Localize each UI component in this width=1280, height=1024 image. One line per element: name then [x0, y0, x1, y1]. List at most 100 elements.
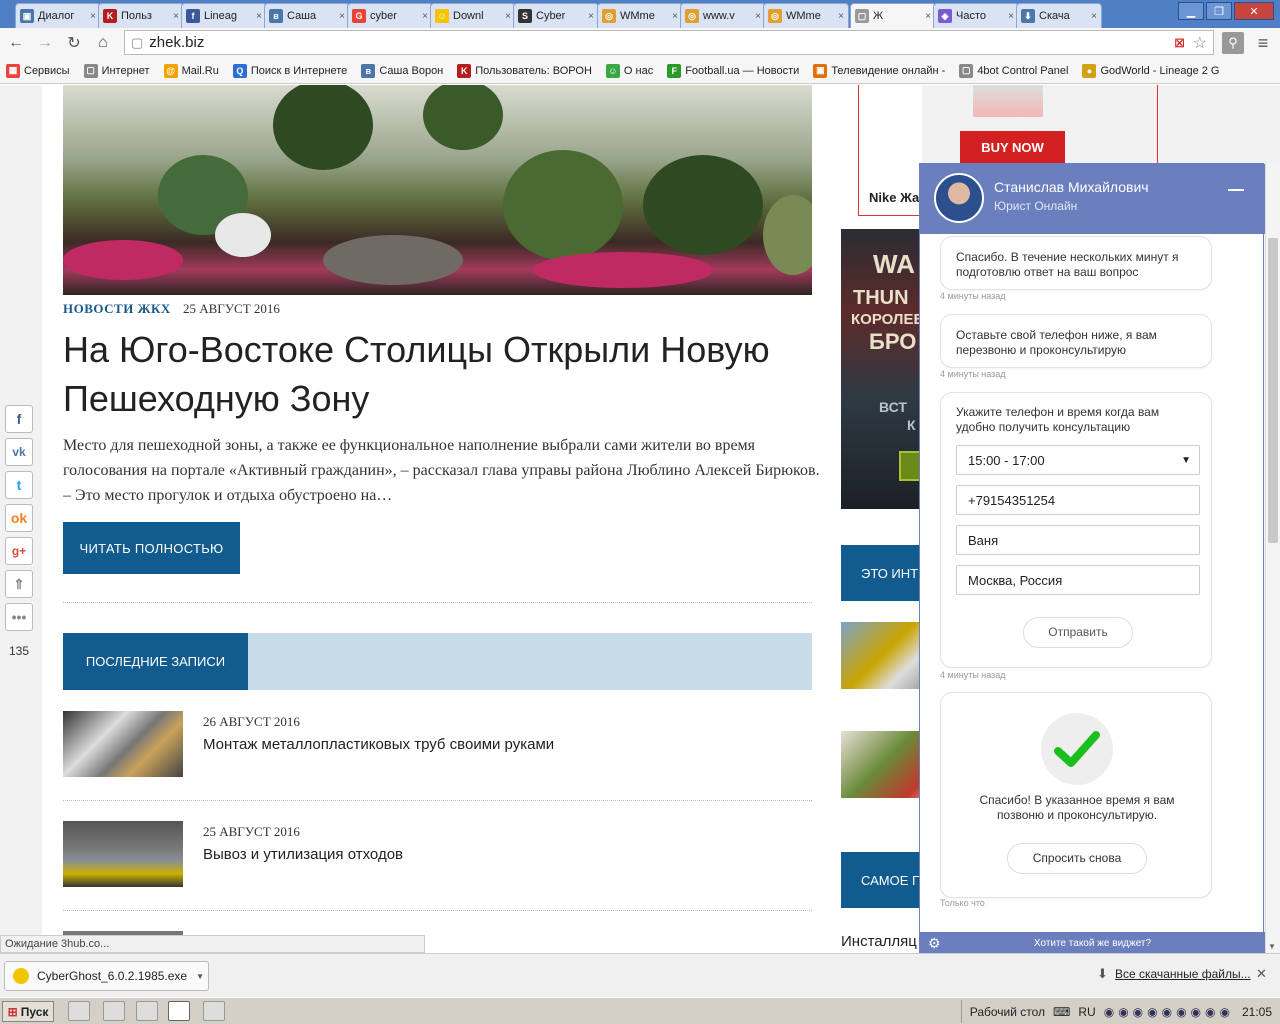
start-button[interactable]: ⊞ Пуск — [2, 1001, 54, 1022]
language-indicator[interactable]: RU — [1078, 1005, 1095, 1019]
chevron-down-icon[interactable]: ▼ — [196, 972, 204, 981]
reload-icon[interactable]: ↻ — [63, 32, 85, 54]
game-ad-text: ВСТ — [879, 399, 907, 415]
tray-icons[interactable]: ◉◉◉◉◉◉◉◉◉ — [1104, 1005, 1234, 1019]
home-icon[interactable]: ⌂ — [92, 32, 114, 54]
tab-close-icon[interactable]: × — [925, 11, 931, 22]
tab-6[interactable]: ☺ Downl × — [430, 3, 516, 28]
tab-close-icon[interactable]: × — [90, 11, 96, 22]
minimize-chat-icon[interactable] — [1228, 189, 1244, 191]
tab-favicon-icon: ◎ — [602, 9, 616, 23]
chrome-task-icon[interactable] — [168, 1001, 190, 1021]
bookmark-item[interactable]: @ Mail.Ru — [163, 63, 219, 78]
widget-promo-link[interactable]: Хотите такой же виджет? — [1034, 938, 1151, 949]
list-item[interactable]: 25 АВГУСТ 2016 Вывоз и утилизация отходо… — [63, 821, 812, 911]
tab-7[interactable]: S Cyber × — [513, 3, 599, 28]
restore-button[interactable]: ❐ — [1206, 2, 1232, 20]
collapse-icon[interactable]: ⇑ — [5, 570, 33, 598]
star-icon[interactable]: ☆ — [1193, 33, 1207, 53]
bookmark-item[interactable]: в Саша Ворон — [361, 63, 443, 78]
google-plus-icon[interactable]: g+ — [5, 537, 33, 565]
address-bar[interactable]: ▢ zhek.biz ⊠ ☆ — [124, 30, 1214, 55]
tab-2[interactable]: K Польз × — [98, 3, 184, 28]
tab-close-icon[interactable]: × — [588, 11, 594, 22]
close-icon[interactable]: ✕ — [1256, 966, 1267, 982]
tab-close-icon[interactable]: × — [422, 11, 428, 22]
tab-8[interactable]: ◎ WMme × — [597, 3, 683, 28]
bookmark-icon: ● — [1082, 63, 1097, 78]
scroll-down-icon[interactable]: ▼ — [1268, 942, 1276, 951]
windows-icon: ⊞ — [7, 1004, 18, 1019]
tab-4[interactable]: в Саша × — [264, 3, 350, 28]
tab-close-icon[interactable]: × — [838, 11, 844, 22]
desktop-toolbar[interactable]: Рабочий стол — [970, 1005, 1045, 1019]
close-window-button[interactable]: ✕ — [1234, 2, 1274, 20]
blocked-content-icon[interactable]: ⊠ — [1174, 35, 1185, 51]
article-category[interactable]: НОВОСТИ ЖКХ — [63, 301, 171, 317]
sidebar-link[interactable]: Инсталляц — [841, 933, 917, 950]
odnoklassniki-icon[interactable]: ok — [5, 504, 33, 532]
bookmark-item[interactable]: ● GodWorld - Lineage 2 G — [1082, 63, 1219, 78]
tab-1[interactable]: ▣ Диалог × — [15, 3, 101, 28]
bookmark-item[interactable]: K Пользователь: ВОРОН — [457, 63, 592, 78]
tab-close-icon[interactable]: × — [1091, 11, 1097, 22]
all-downloads-link[interactable]: Все скачанные файлы... — [1115, 967, 1251, 981]
city-field[interactable]: Москва, Россия — [956, 565, 1200, 595]
gear-icon[interactable]: ⚙ — [928, 935, 941, 952]
tab-close-icon[interactable]: × — [339, 11, 345, 22]
more-icon[interactable]: ••• — [5, 603, 33, 631]
post-thumbnail[interactable] — [63, 821, 183, 887]
bookmark-item[interactable]: ▦ Сервисы — [6, 63, 70, 78]
article-hero-image[interactable] — [63, 85, 812, 295]
minimize-button[interactable]: ▁ — [1178, 2, 1204, 20]
tab-3[interactable]: f Lineag × — [181, 3, 267, 28]
quicklaunch-icon[interactable] — [68, 1001, 90, 1021]
list-item[interactable]: 26 АВГУСТ 2016 Монтаж металлопластиковых… — [63, 711, 812, 801]
tab-10[interactable]: ◎ WMme × — [763, 3, 849, 28]
tab-5[interactable]: Gcyber × — [347, 3, 433, 28]
article-title[interactable]: На Юго-Востоке Столицы Открыли Новую Пеш… — [63, 325, 823, 423]
send-button[interactable]: Отправить — [1023, 617, 1133, 648]
tab-11[interactable]: ▢ Ж × — [850, 3, 936, 28]
tab-13[interactable]: ⬇ Скача × — [1016, 3, 1102, 28]
twitter-icon[interactable]: t — [5, 471, 33, 499]
recent-posts-title[interactable]: ПОСЛЕДНИЕ ЗАПИСИ — [63, 633, 248, 690]
ask-again-button[interactable]: Спросить снова — [1007, 843, 1147, 874]
facebook-icon[interactable]: f — [5, 405, 33, 433]
scrollbar-thumb[interactable] — [1268, 238, 1278, 543]
scrollbar[interactable]: ▼ — [1265, 163, 1280, 953]
quicklaunch-icon[interactable] — [203, 1001, 225, 1021]
download-item[interactable]: CyberGhost_6.0.2.1985.exe ▼ — [4, 961, 209, 991]
menu-icon[interactable]: ≡ — [1252, 32, 1274, 54]
name-field[interactable]: Ваня — [956, 525, 1200, 555]
forward-icon[interactable]: → — [34, 32, 56, 54]
bookmark-item[interactable]: F Football.ua — Новости — [667, 63, 799, 78]
tab-close-icon[interactable]: × — [173, 11, 179, 22]
post-thumbnail[interactable] — [63, 711, 183, 777]
buy-now-button[interactable]: BUY NOW — [960, 131, 1065, 163]
tab-12[interactable]: ◈ Часто × — [933, 3, 1019, 28]
tab-close-icon[interactable]: × — [1008, 11, 1014, 22]
tab-close-icon[interactable]: × — [672, 11, 678, 22]
quicklaunch-icon[interactable] — [136, 1001, 158, 1021]
chat-widget: Станислав Михайлович Юрист Онлайн Спасиб… — [919, 163, 1265, 953]
tab-9[interactable]: ◎ www.v × — [680, 3, 766, 28]
tab-close-icon[interactable]: × — [256, 11, 262, 22]
tab-close-icon[interactable]: × — [505, 11, 511, 22]
tab-close-icon[interactable]: × — [755, 11, 761, 22]
bookmark-item[interactable]: Q Поиск в Интернете — [232, 63, 347, 78]
quicklaunch-icon[interactable] — [103, 1001, 125, 1021]
post-title[interactable]: Монтаж металлопластиковых труб своими ру… — [203, 736, 554, 753]
bookmark-item[interactable]: ☺ О нас — [605, 63, 653, 78]
read-more-button[interactable]: ЧИТАТЬ ПОЛНОСТЬЮ — [63, 522, 240, 574]
bookmark-item[interactable]: ▢ Интернет — [83, 63, 150, 78]
post-title[interactable]: Вывоз и утилизация отходов — [203, 846, 403, 863]
time-select[interactable]: 15:00 - 17:00 ▼ — [956, 445, 1200, 475]
bookmark-item[interactable]: ▣ Телевидение онлайн - — [813, 63, 945, 78]
back-icon[interactable]: ← — [5, 32, 27, 54]
phone-field[interactable]: +79154351254 — [956, 485, 1200, 515]
extension-icon[interactable]: ⚲ — [1222, 32, 1244, 54]
vk-icon[interactable]: vk — [5, 438, 33, 466]
ad-caption[interactable]: Nike Жа — [869, 190, 919, 205]
bookmark-item[interactable]: ▢ 4bot Control Panel — [959, 63, 1068, 78]
